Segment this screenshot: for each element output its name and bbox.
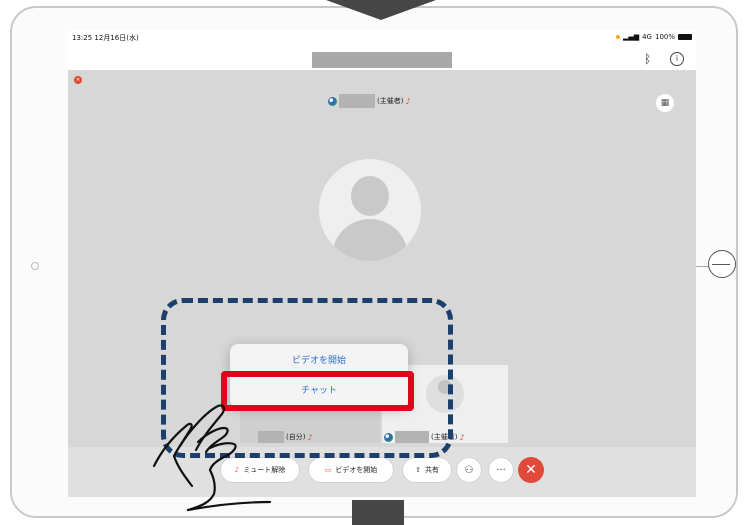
arrow-stem-icon [352,500,404,525]
muted-indicator-icon: ✕ [74,76,82,84]
avatar-body [332,219,408,261]
signal-icon: ▂▄▆ [622,33,640,41]
status-bar-time: 13:25 12月16日(水) [72,33,139,43]
network-status-icon [328,96,337,106]
date-text: 12月16日(水) [94,34,139,42]
video-off-icon: ▭ [324,466,332,474]
grid-view-icon[interactable]: ▦ [656,94,674,112]
share-button[interactable]: ⇧ 共有 [402,457,452,483]
person-icon: ⚇ [464,464,474,476]
tap-hand-icon [152,404,272,512]
battery-icon [678,34,692,40]
end-meeting-button[interactable]: ✕ [518,457,544,483]
host-role-text: (主催者) [377,97,404,105]
mic-muted-icon: ♪ [459,432,465,442]
avatar-head [351,176,389,216]
battery-text: 100% [654,33,675,41]
status-bar-right: ▂▄▆ 4G 100% [615,33,692,41]
side-callout-line [712,264,730,265]
arrow-down-icon [326,0,436,20]
more-button[interactable]: ··· [488,457,514,483]
network-text: 4G [642,33,652,41]
meeting-title-redacted [312,52,452,68]
avatar [319,159,421,261]
time-text: 13:25 [72,34,93,42]
name-redacted [339,94,375,108]
share-label: 共有 [424,466,439,474]
share-icon: ⇧ [415,466,421,474]
start-video-label: ビデオを開始 [335,466,378,474]
ellipsis-icon: ··· [496,464,506,476]
participants-button[interactable]: ⚇ [456,457,482,483]
start-video-button[interactable]: ▭ ビデオを開始 [308,457,394,483]
bluetooth-icon[interactable]: ᛒ [644,52,651,66]
home-button-icon [31,262,39,270]
info-icon[interactable]: i [670,52,684,66]
activity-dot-icon [615,35,620,39]
mic-muted-icon: ♪ [405,96,411,106]
close-icon: ✕ [525,462,537,478]
active-speaker-label: (主催者) ♪ [328,93,411,109]
